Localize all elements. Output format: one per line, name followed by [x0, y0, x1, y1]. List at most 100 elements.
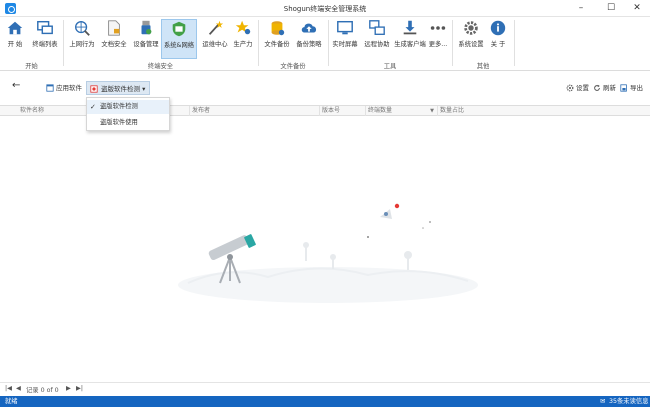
ribbon-label: 设备管理: [133, 41, 159, 48]
ribbon-label: 更多...: [428, 41, 448, 48]
ribbon-more-button[interactable]: 更多...: [427, 19, 449, 59]
ribbon-label: 关 于: [490, 41, 506, 48]
ribbon-divider: [258, 20, 259, 66]
alert-app-icon: [90, 85, 98, 93]
ribbon-label: 远程协助: [364, 41, 390, 48]
column-header-publisher[interactable]: 发布者: [190, 106, 320, 116]
window-title: Shogun终端安全管理系统: [283, 5, 367, 13]
ribbon-device-mgmt-button[interactable]: 设备管理: [131, 19, 161, 59]
ribbon-home-button[interactable]: 开 始: [4, 19, 26, 59]
apps-button[interactable]: 应用软件: [45, 81, 82, 95]
monitor-list-icon: [37, 20, 53, 35]
content-toolbar: ← 应用软件 盗版软件检测 ▾ 设置 刷新 导出: [0, 78, 650, 98]
group-label-tools: 工具: [383, 63, 397, 70]
app-window-icon: [46, 84, 54, 92]
column-header-percentage[interactable]: 数量占比: [438, 106, 650, 116]
ribbon-terminal-list-button[interactable]: 终端列表: [30, 19, 60, 59]
status-text: 就绪: [5, 398, 18, 405]
piracy-detection-label: 盗版软件检测: [101, 85, 140, 93]
ribbon-label: 文档安全: [101, 41, 127, 48]
screen-icon: [337, 20, 353, 35]
first-page-button[interactable]: |◀: [5, 385, 12, 392]
last-page-button[interactable]: ▶|: [76, 385, 83, 392]
cloud-upload-icon: [301, 23, 317, 33]
globe-search-icon: [75, 21, 90, 36]
magic-wand-icon: [208, 20, 224, 35]
mail-icon: ✉: [600, 398, 606, 405]
settings-button[interactable]: 设置: [566, 81, 589, 95]
next-page-button[interactable]: ▶: [66, 385, 71, 392]
ribbon-label: 备份策略: [296, 41, 322, 48]
ribbon-label: 系统&网络: [163, 42, 195, 49]
back-button[interactable]: ←: [12, 79, 20, 93]
ribbon-divider: [452, 20, 453, 66]
refresh-icon: [594, 84, 600, 91]
ribbon-label: 开 始: [7, 41, 23, 48]
more-icon: [430, 26, 446, 30]
ribbon-web-behavior-button[interactable]: 上网行为: [67, 19, 97, 59]
record-count: 记录 0 of 0: [26, 387, 59, 394]
ribbon-doc-security-button[interactable]: 文档安全: [99, 19, 129, 59]
ribbon-label: 文件备份: [264, 41, 290, 48]
export-label: 导出: [630, 84, 643, 92]
ribbon-system-network-button[interactable]: 系统&网络: [161, 19, 197, 59]
unread-messages-link[interactable]: 35条未读信息: [609, 397, 649, 406]
ribbon-label: 实时屏幕: [332, 41, 358, 48]
ribbon-generate-client-button[interactable]: 生成客户端: [393, 19, 427, 59]
menu-item-piracy-detection[interactable]: ✓ 盗版软件检测: [87, 100, 169, 114]
menu-item-piracy-usage[interactable]: 盗版软件使用: [87, 116, 169, 130]
title-bar: Shogun终端安全管理系统 – ☐ ✕: [0, 0, 650, 17]
menu-item-label: 盗版软件使用: [100, 119, 138, 126]
ribbon-system-settings-button[interactable]: 系统设置: [456, 19, 486, 59]
ribbon-label: 生产力: [233, 41, 253, 48]
refresh-label: 刷新: [603, 84, 616, 92]
gear-icon: [464, 21, 478, 35]
menu-item-label: 盗版软件检测: [100, 103, 138, 110]
group-label-start: 开始: [25, 63, 38, 70]
ribbon-ops-center-button[interactable]: 运维中心: [200, 19, 230, 59]
group-label-other: 其他: [476, 63, 490, 70]
prev-page-button[interactable]: ◀: [16, 385, 21, 392]
piracy-detection-dropdown[interactable]: 盗版软件检测 ▾: [86, 81, 151, 95]
ribbon-about-button[interactable]: 关 于: [487, 19, 509, 59]
rocket-icon: [380, 209, 392, 219]
ribbon-label: 系统设置: [458, 41, 484, 48]
column-header-version[interactable]: 版本号: [320, 106, 366, 116]
check-icon: ✓: [90, 103, 96, 111]
ribbon-file-backup-button[interactable]: 文件备份: [262, 19, 292, 59]
group-label-file-backup: 文件备份: [280, 63, 306, 70]
ribbon-divider: [63, 20, 64, 66]
chevron-down-icon: ▾: [140, 85, 146, 93]
ribbon-productivity-button[interactable]: 生产力: [230, 19, 256, 59]
piracy-dropdown-menu: ✓ 盗版软件检测 盗版软件使用: [86, 97, 170, 131]
refresh-button[interactable]: 刷新: [593, 81, 616, 95]
terminal-count-label: 终端数量: [368, 107, 393, 114]
apps-label: 应用软件: [56, 84, 82, 92]
pager-bar: |◀ ◀ 记录 0 of 0 ▶ ▶|: [0, 382, 650, 396]
ribbon-label: 生成客户端: [394, 41, 426, 48]
document-lock-icon: [108, 20, 120, 36]
ribbon-divider: [328, 20, 329, 66]
group-label-terminal-security: 终端安全: [147, 63, 174, 70]
export-button[interactable]: 导出: [620, 81, 643, 95]
ribbon: 开 始 终端列表 上网行为 文档安全 设备管理 系统&网络 运维中心 生产力 文…: [0, 17, 650, 71]
download-icon: [403, 20, 417, 35]
ribbon-live-screen-button[interactable]: 实时屏幕: [330, 19, 360, 59]
minimize-button[interactable]: –: [566, 0, 596, 17]
ribbon-label: 上网行为: [69, 41, 95, 48]
home-icon: [7, 21, 23, 35]
ribbon-backup-policy-button[interactable]: 备份策略: [294, 19, 324, 59]
shield-network-icon: [172, 21, 186, 37]
usb-device-icon: [141, 20, 152, 35]
info-icon: [490, 20, 506, 36]
close-button[interactable]: ✕: [622, 0, 650, 17]
status-bar: 就绪 ✉ 35条未读信息: [0, 396, 650, 407]
ribbon-label: 终端列表: [32, 41, 58, 48]
ribbon-remote-assist-button[interactable]: 远程协助: [362, 19, 392, 59]
sort-desc-icon: ▼: [430, 108, 434, 114]
settings-label: 设置: [576, 84, 589, 92]
column-header-terminal-count[interactable]: 终端数量 ▼: [366, 106, 438, 116]
star-person-icon: [235, 20, 251, 35]
gear-icon: [566, 84, 574, 92]
ribbon-label: 运维中心: [202, 41, 228, 48]
